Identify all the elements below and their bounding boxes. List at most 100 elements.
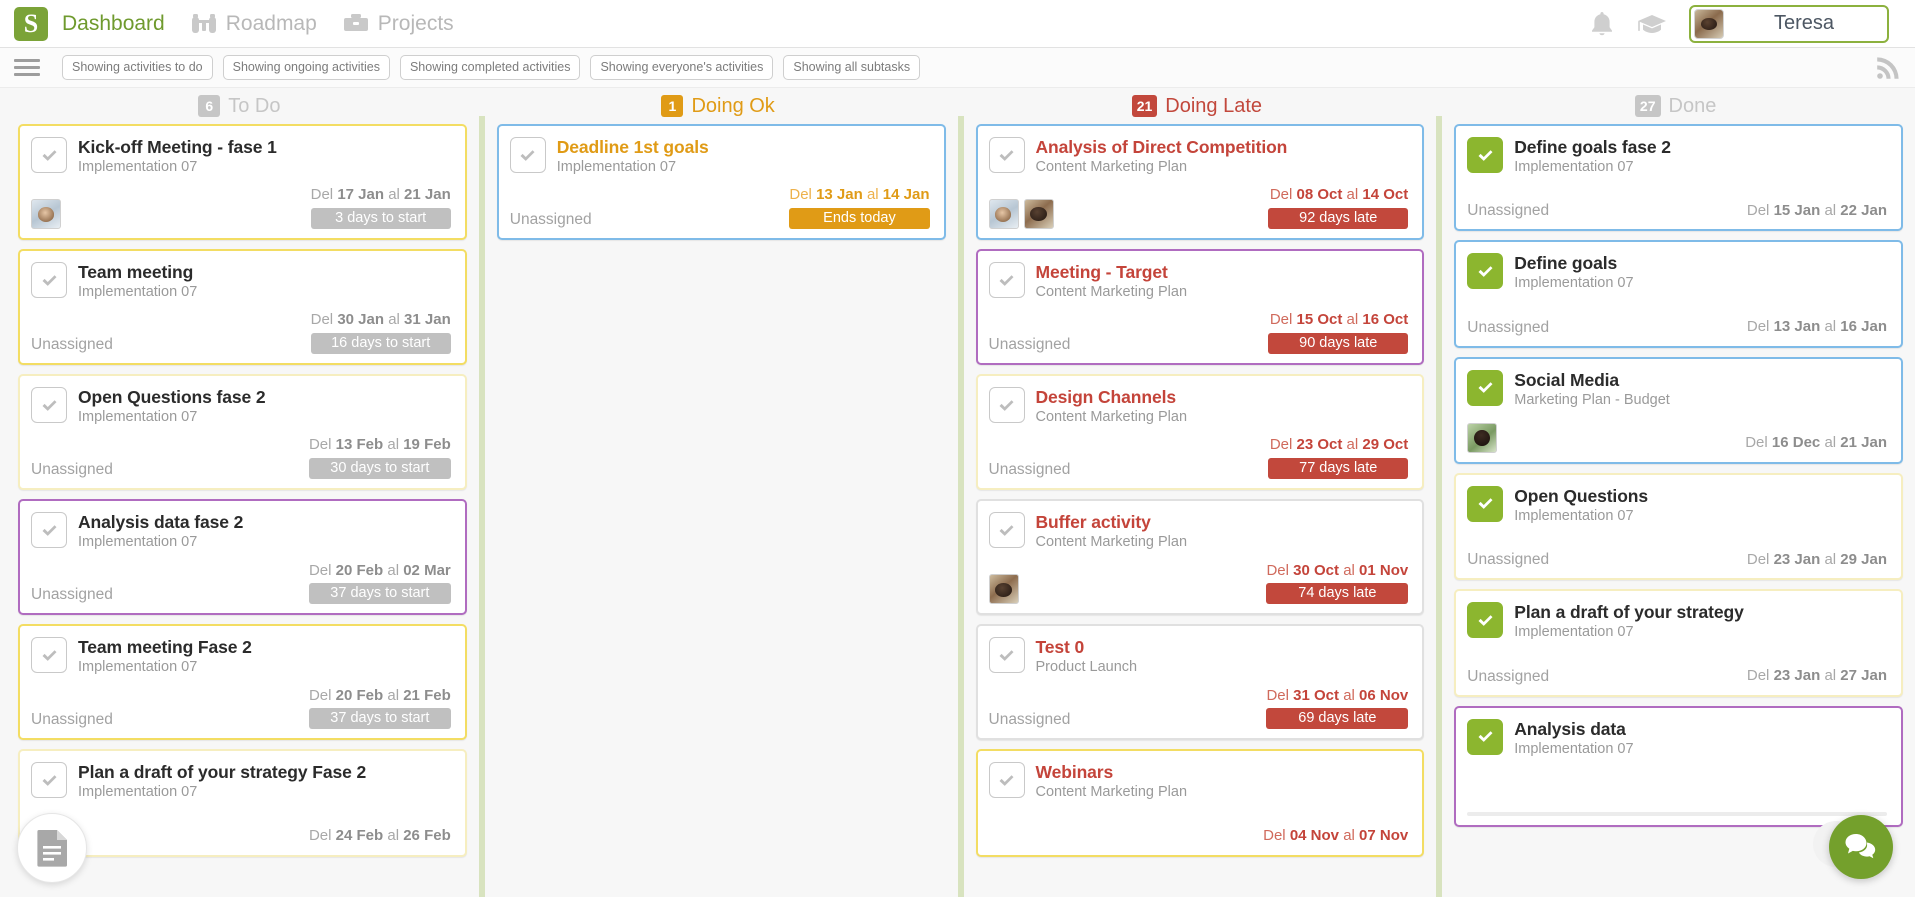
task-complete-checkbox[interactable] [988,512,1025,549]
task-complete-checkbox[interactable] [31,762,67,799]
task-card[interactable]: Kick-off Meeting - fase 1 Implementation … [18,124,467,241]
nav-item-projects-label: Projects [377,11,454,35]
user-profile-chip[interactable]: Teresa [1689,4,1889,43]
date-to: 06 Nov [1359,686,1409,704]
task-card[interactable]: Analysis of Direct Competition Content Ma… [975,124,1425,241]
task-complete-checkbox[interactable] [988,137,1025,173]
task-complete-checkbox[interactable] [509,137,546,173]
board-column-doing-late: 21 Doing Late Analysis of Direct Competiti… [957,88,1437,897]
task-complete-checkbox[interactable] [31,387,67,424]
task-card-titles: Deadline 1st goals Implementation 07 [557,137,709,176]
chat-fab-button[interactable] [1829,815,1893,879]
date-prefix: Del [1269,311,1293,329]
board-column-doing-ok: 1 Doing Ok Deadline 1st goals Implementatio… [478,88,958,897]
task-card-titles: Define goals Implementation 07 [1514,253,1633,292]
task-complete-checkbox[interactable] [1467,602,1504,639]
date-separator: al [388,186,400,204]
date-prefix: Del [308,561,332,579]
task-complete-checkbox[interactable] [1467,253,1504,290]
task-status-badge: 69 days late [1266,708,1409,730]
task-card[interactable]: Meeting - Target Content Marketing Plan Un… [975,249,1425,366]
briefcase-icon [343,13,369,35]
task-complete-checkbox[interactable] [988,387,1025,424]
rss-feed-icon[interactable] [1875,55,1901,81]
column-card-list-doing-ok[interactable]: Deadline 1st goals Implementation 07 Unass… [479,124,958,897]
task-status-badge: 37 days to start [308,708,451,730]
date-separator: al [866,186,879,204]
task-complete-checkbox[interactable] [31,637,67,674]
assignee-avatar[interactable] [31,199,61,230]
hamburger-menu-icon[interactable] [14,59,40,76]
assignee-avatar[interactable] [1023,199,1054,230]
nav-item-roadmap[interactable]: Roadmap [191,12,317,36]
column-card-list-done[interactable]: Define goals fase 2 Implementation 07 Unas… [1436,124,1915,897]
checkmark-icon [1478,498,1493,510]
assignee-avatar[interactable] [1467,422,1498,453]
task-card[interactable]: Open Questions Implementation 07 Unassigne… [1454,472,1903,581]
task-complete-checkbox[interactable] [31,262,67,299]
task-card-titles: Social Media Marketing Plan - Budget [1514,370,1670,409]
date-separator: al [388,311,400,329]
task-card[interactable]: Buffer activity Content Marketing Plan Del… [975,499,1425,616]
task-card[interactable]: Deadline 1st goals Implementation 07 Unass… [496,124,946,241]
graduation-cap-icon[interactable] [1637,12,1667,36]
task-complete-checkbox[interactable] [988,762,1025,799]
checkmark-icon [999,524,1014,536]
task-card[interactable]: Social Media Marketing Plan - Budget Del 1… [1454,356,1903,464]
task-card[interactable]: Test 0 Product Launch Unassigned Del 31 Oct… [975,624,1425,741]
bell-icon[interactable] [1589,10,1615,38]
task-card[interactable]: Analysis data fase 2 Implementation 07 Una… [18,499,467,616]
task-assignees: Unassigned [31,461,113,479]
filter-chip-ongoing-activities[interactable]: Showing ongoing activities [222,54,390,81]
task-assignees: Unassigned [1467,202,1549,220]
filter-chip-everyones-activities[interactable]: Showing everyone's activities [590,54,774,81]
column-header-doing-ok: 1 Doing Ok [479,88,958,124]
nav-item-dashboard[interactable]: Dashboard [62,12,165,36]
task-project-name: Content Marketing Plan [1035,158,1188,175]
top-nav-right-group: Teresa [1589,4,1901,43]
nav-item-projects[interactable]: Projects [343,12,454,36]
task-card[interactable]: Team meeting Fase 2 Implementation 07 Unas… [18,624,467,741]
task-complete-checkbox[interactable] [988,262,1025,299]
date-to: 02 Mar [403,561,451,579]
column-card-list-to-do[interactable]: Kick-off Meeting - fase 1 Implementation … [0,124,479,897]
task-card-footer: Unassigned Del 23 Jan al 27 Jan [1467,652,1887,686]
task-project-name: Implementation 07 [78,409,198,426]
task-project-name: Implementation 07 [78,659,198,676]
task-card[interactable]: Open Questions fase 2 Implementation 07 Un… [18,374,467,491]
task-card-footer: Unassigned Del 13 Jan al 16 Jan [1467,303,1887,337]
column-card-list-doing-late[interactable]: Analysis of Direct Competition Content Ma… [958,124,1437,897]
task-card[interactable]: Define goals fase 2 Implementation 07 Unas… [1454,124,1903,232]
date-separator: al [1824,434,1837,452]
task-card[interactable]: Define goals Implementation 07 Unassigned D… [1454,240,1903,348]
task-card[interactable]: Webinars Content Marketing Plan Del 04 Nov… [975,749,1425,857]
filter-chip-completed-activities[interactable]: Showing completed activities [399,54,581,81]
task-complete-checkbox[interactable] [1467,485,1504,522]
column-count-badge: 27 [1634,95,1661,117]
task-project-name: Implementation 07 [1514,158,1634,175]
task-complete-checkbox[interactable] [31,512,67,549]
task-complete-checkbox[interactable] [1467,718,1504,755]
task-complete-checkbox[interactable] [1467,369,1504,406]
task-complete-checkbox[interactable] [31,137,67,173]
document-fab-button[interactable] [17,813,87,883]
task-card[interactable]: Analysis data Implementation 07 [1454,705,1903,827]
date-prefix: Del [1746,201,1770,219]
assignee-avatar[interactable] [988,574,1019,605]
task-unassigned-label: Unassigned [988,711,1071,729]
checkmark-icon [999,149,1014,161]
task-complete-checkbox[interactable] [988,637,1025,674]
date-from: 30 Oct [1293,561,1340,579]
checkmark-icon [999,650,1014,661]
filter-chip-activities-to-do[interactable]: Showing activities to do [62,54,213,81]
task-card[interactable]: Plan a draft of your strategy Implementat… [1454,589,1903,697]
app-logo[interactable]: S [14,6,48,41]
task-title: Analysis data [1514,718,1626,739]
assignee-avatar[interactable] [988,199,1019,230]
date-prefix: Del [308,436,332,454]
task-card[interactable]: Design Channels Content Marketing Plan Una… [975,374,1425,491]
filter-chip-all-subtasks[interactable]: Showing all subtasks [783,54,921,81]
task-complete-checkbox[interactable] [1467,137,1504,173]
task-date-range: Del 30 Jan al 31 Jan [311,311,451,330]
task-card[interactable]: Team meeting Implementation 07 Unassigned D… [18,249,467,366]
